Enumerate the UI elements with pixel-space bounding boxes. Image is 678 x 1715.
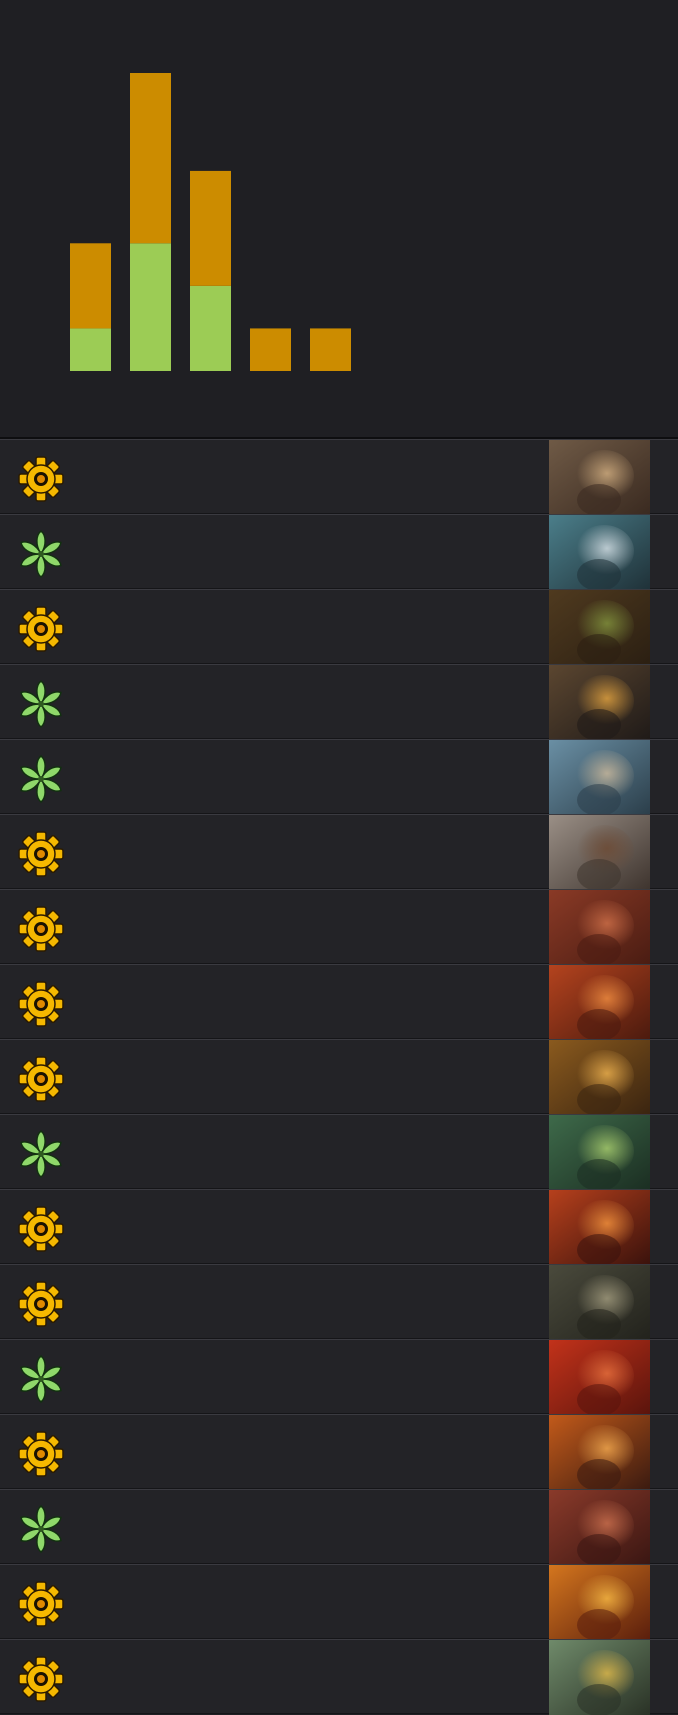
card-row[interactable]	[0, 589, 678, 665]
bar-2-segment-2	[130, 73, 171, 244]
card-art-thumbnail	[549, 890, 650, 965]
gear-icon	[16, 979, 66, 1029]
card-row[interactable]	[0, 514, 678, 590]
card-row[interactable]	[0, 1264, 678, 1340]
card-row[interactable]	[0, 964, 678, 1040]
bar-2-segment-1	[130, 243, 171, 371]
bar-3-segment-2	[190, 170, 231, 286]
bar-1-segment-1	[70, 328, 111, 371]
gear-icon	[16, 454, 66, 504]
card-row[interactable]	[0, 814, 678, 890]
leaf-icon	[16, 754, 66, 804]
deck-curve-svg	[70, 73, 351, 371]
card-row[interactable]	[0, 1039, 678, 1115]
bar-4-segment-2	[250, 328, 291, 371]
leaf-icon	[16, 529, 66, 579]
card-art-thumbnail	[549, 1565, 650, 1640]
card-art-thumbnail	[549, 1415, 650, 1490]
card-art-thumbnail	[549, 1265, 650, 1340]
card-row[interactable]	[0, 439, 678, 515]
gear-icon	[16, 1054, 66, 1104]
leaf-icon	[16, 1504, 66, 1554]
card-art-thumbnail	[549, 965, 650, 1040]
gear-icon	[16, 904, 66, 954]
gear-icon	[16, 1579, 66, 1629]
card-art-thumbnail	[549, 1040, 650, 1115]
gear-icon	[16, 1654, 66, 1704]
leaf-icon	[16, 1354, 66, 1404]
bar-1-segment-2	[70, 243, 111, 329]
card-art-thumbnail	[549, 1190, 650, 1265]
card-art-thumbnail	[549, 515, 650, 590]
card-art-thumbnail	[549, 665, 650, 740]
gear-icon	[16, 604, 66, 654]
gear-icon	[16, 829, 66, 879]
card-art-thumbnail	[549, 1640, 650, 1715]
card-row[interactable]	[0, 1564, 678, 1640]
bar-3-segment-1	[190, 285, 231, 371]
gear-icon	[16, 1429, 66, 1479]
card-row[interactable]	[0, 664, 678, 740]
leaf-icon	[16, 679, 66, 729]
card-row[interactable]	[0, 889, 678, 965]
card-art-thumbnail	[549, 1340, 650, 1415]
card-row[interactable]	[0, 1639, 678, 1715]
card-art-thumbnail	[549, 590, 650, 665]
card-art-thumbnail	[549, 740, 650, 815]
card-art-thumbnail	[549, 440, 650, 515]
card-row[interactable]	[0, 739, 678, 815]
card-art-thumbnail	[549, 815, 650, 890]
card-row[interactable]	[0, 1189, 678, 1265]
deck-curve-chart	[0, 0, 678, 439]
card-row[interactable]	[0, 1114, 678, 1190]
leaf-icon	[16, 1129, 66, 1179]
bar-5-segment-2	[310, 328, 351, 371]
card-art-thumbnail	[549, 1490, 650, 1565]
gear-icon	[16, 1204, 66, 1254]
card-art-thumbnail	[549, 1115, 650, 1190]
gear-icon	[16, 1279, 66, 1329]
card-list	[0, 439, 678, 1715]
card-row[interactable]	[0, 1339, 678, 1415]
card-row[interactable]	[0, 1489, 678, 1565]
card-row[interactable]	[0, 1414, 678, 1490]
